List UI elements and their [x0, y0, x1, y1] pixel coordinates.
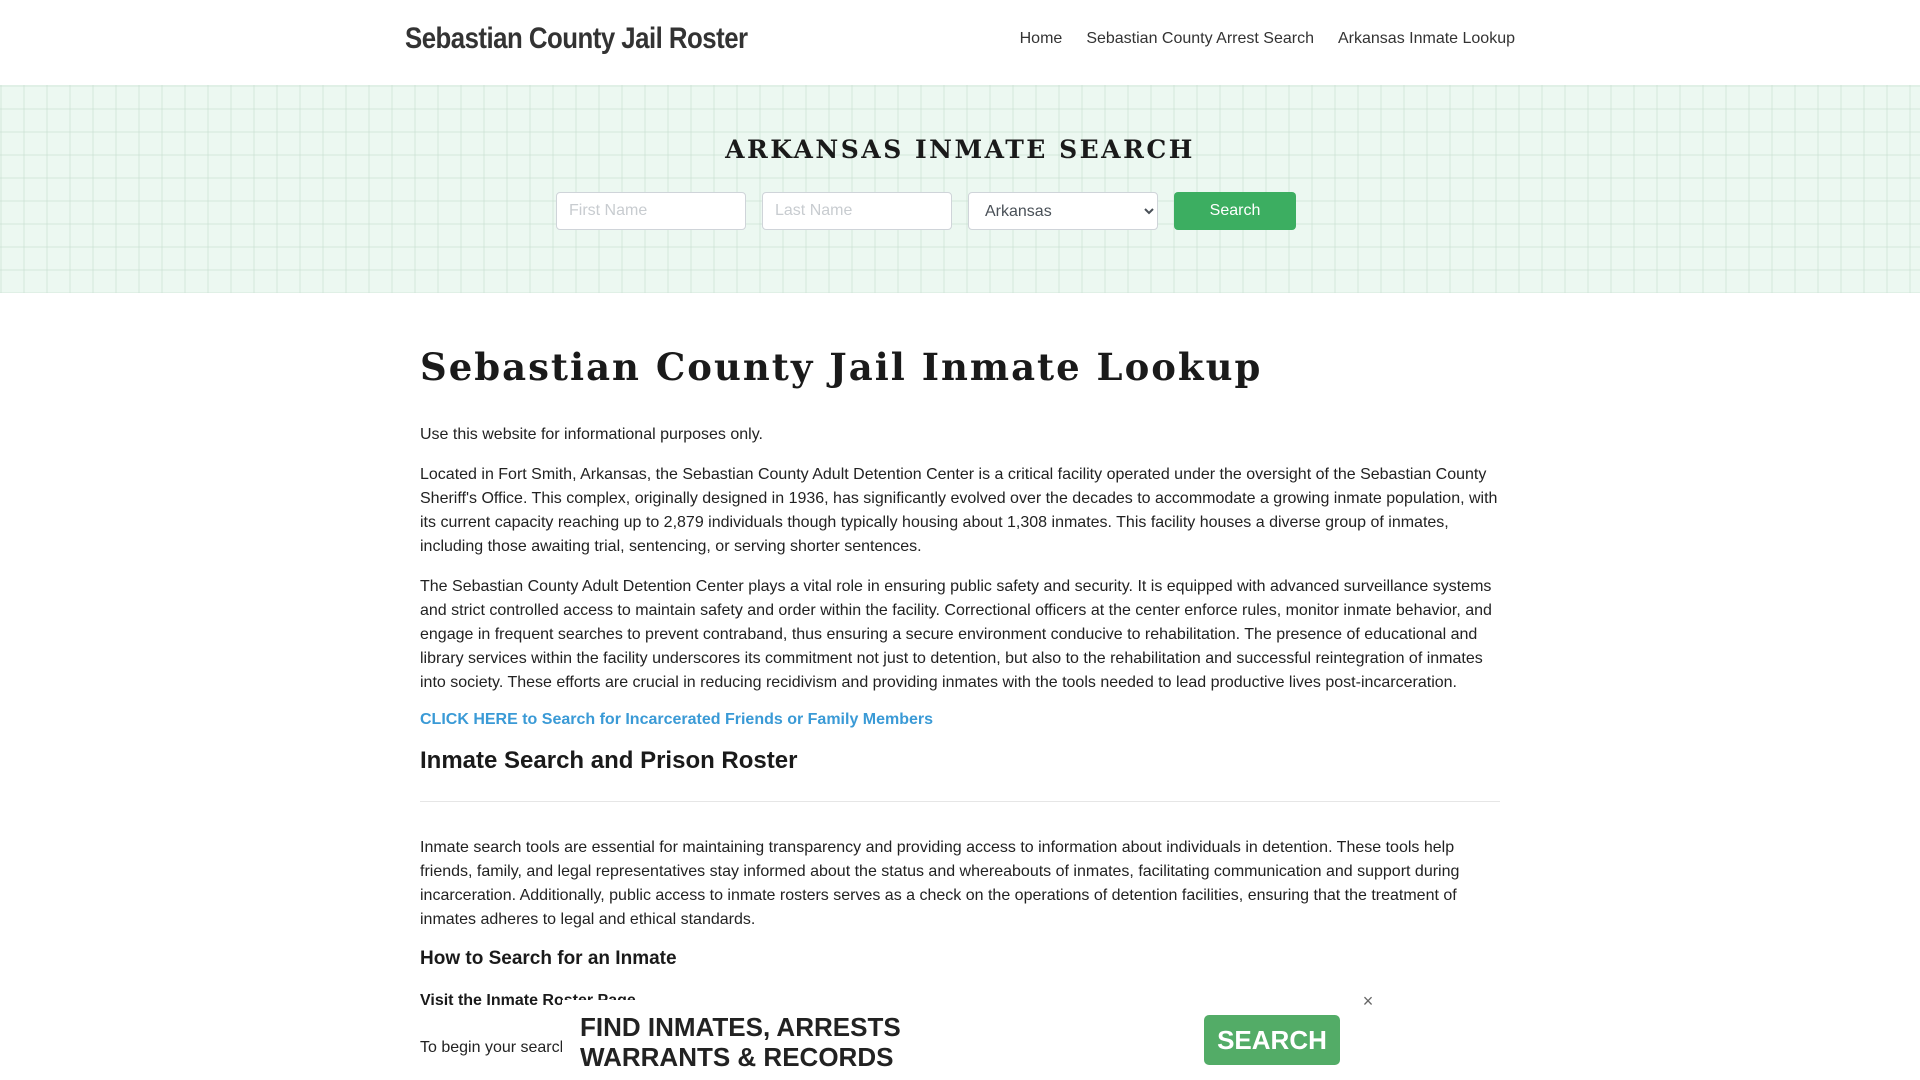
roster-paragraph: Inmate search tools are essential for ma…	[420, 839, 1460, 928]
hero-title: ARKANSAS INMATE SEARCH	[725, 135, 1195, 164]
site-logo[interactable]: Sebastian County Jail Roster	[405, 22, 748, 56]
nav-inmate-lookup[interactable]: Arkansas Inmate Lookup	[1338, 30, 1515, 48]
main-content: Sebastian County Jail Inmate Lookup Use …	[420, 345, 1500, 1076]
first-name-input[interactable]	[556, 192, 746, 230]
intro-text: Use this website for informational purpo…	[420, 426, 763, 443]
bottom-ad-banner: FIND INMATES, ARRESTS WARRANTS & RECORDS…	[562, 1000, 1362, 1080]
inmate-search-form: Arkansas Search	[556, 192, 1296, 230]
search-family-link[interactable]: CLICK HERE to Search for Incarcerated Fr…	[420, 711, 1500, 729]
site-header: Sebastian County Jail Roster Home Sebast…	[0, 0, 1920, 85]
hero-search-banner: ARKANSAS INMATE SEARCH Arkansas Search	[0, 85, 1920, 293]
page-title: Sebastian County Jail Inmate Lookup	[420, 345, 1263, 389]
nav-home[interactable]: Home	[1020, 30, 1063, 48]
close-icon[interactable]: ×	[1358, 990, 1378, 1012]
search-button[interactable]: Search	[1174, 192, 1296, 230]
ad-headline-line2: WARRANTS & RECORDS	[580, 1042, 894, 1072]
section-heading-roster: Inmate Search and Prison Roster	[420, 747, 1500, 802]
state-select[interactable]: Arkansas	[968, 192, 1158, 230]
facility-paragraph: Located in Fort Smith, Arkansas, the Seb…	[420, 466, 1498, 555]
section-heading-how-to: How to Search for an Inmate	[420, 948, 677, 969]
security-paragraph: The Sebastian County Adult Detention Cen…	[420, 578, 1492, 691]
nav-arrest-search[interactable]: Sebastian County Arrest Search	[1086, 30, 1314, 48]
ad-headline-line1: FIND INMATES, ARRESTS	[580, 1012, 901, 1042]
ad-headline: FIND INMATES, ARRESTS WARRANTS & RECORDS	[580, 1012, 901, 1072]
ad-search-button[interactable]: SEARCH	[1204, 1015, 1340, 1065]
last-name-input[interactable]	[762, 192, 952, 230]
main-nav: Home Sebastian County Arrest Search Arka…	[1020, 30, 1515, 48]
